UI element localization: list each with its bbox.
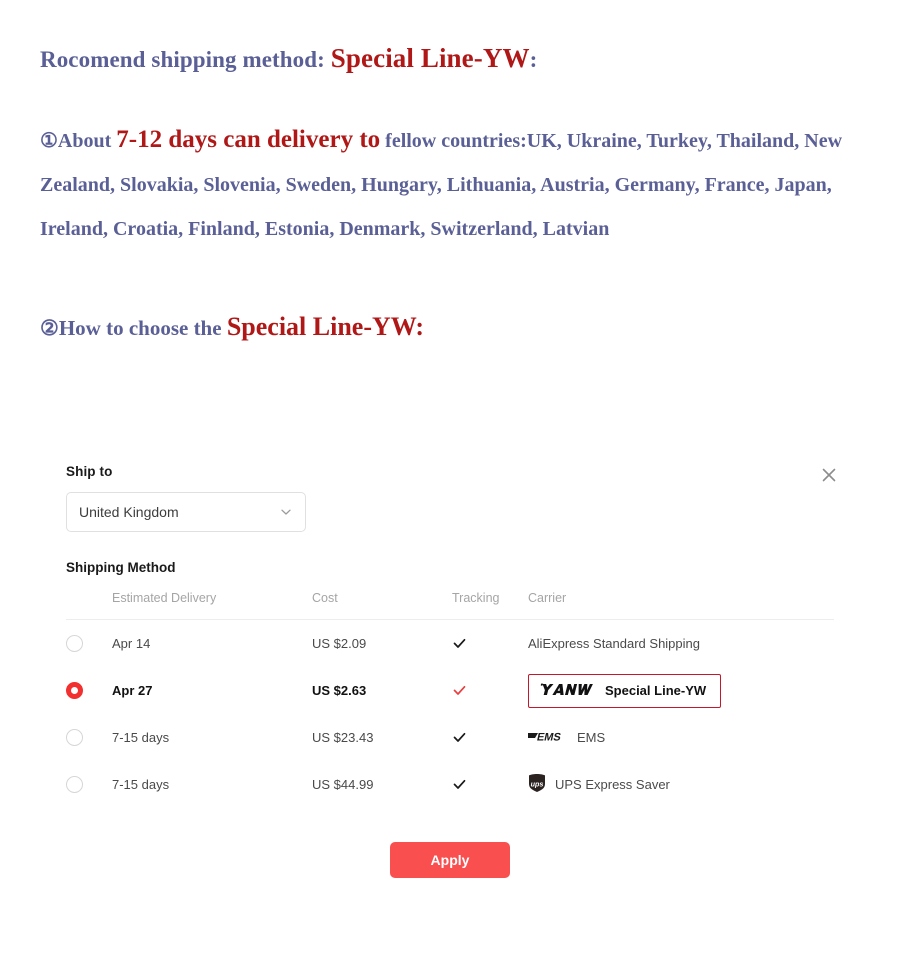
promo-countries-emphasis: 7-12 days can delivery to <box>116 125 381 153</box>
radio-button-selected[interactable] <box>66 682 83 699</box>
promo-howto-prefix: ②How to choose the <box>40 315 227 340</box>
row-estimated-delivery: 7-15 days <box>112 777 170 792</box>
radio-button[interactable] <box>66 729 83 746</box>
row-cost: US $2.09 <box>312 636 367 651</box>
carrier-name: EMS <box>577 730 606 745</box>
carrier-name: Special Line-YW <box>605 683 707 698</box>
row-carrier: Special Line-YW <box>528 667 834 714</box>
svg-text:EMS: EMS <box>536 732 562 744</box>
column-header-cost: Cost <box>312 591 338 605</box>
table-header: Estimated Delivery Cost Tracking Carrier <box>66 591 834 620</box>
svg-text:ups: ups <box>531 779 544 788</box>
row-cost: US $2.63 <box>312 683 367 698</box>
row-carrier: EMS EMS <box>528 714 834 761</box>
column-header-estimated-delivery: Estimated Delivery <box>112 591 217 605</box>
row-carrier: AliExpress Standard Shipping <box>528 620 834 668</box>
ship-to-selected-value: United Kingdom <box>79 504 179 520</box>
radio-button[interactable] <box>66 776 83 793</box>
ship-to-label: Ship to <box>66 464 113 479</box>
ship-to-country-select[interactable]: United Kingdom <box>66 492 306 532</box>
selected-carrier-highlight: Special Line-YW <box>528 673 722 708</box>
row-tracking <box>452 761 528 808</box>
promo-countries-paragraph: ①About 7-12 days can delivery to fellow … <box>40 74 860 251</box>
column-header-select <box>66 591 112 620</box>
promo-headline-suffix: : <box>529 47 538 72</box>
check-icon <box>452 730 467 745</box>
check-icon <box>452 683 467 698</box>
apply-row: Apply <box>66 842 834 884</box>
table-body: Apr 14 US $2.09 AliExpress Standard Ship… <box>66 620 834 809</box>
row-tracking <box>452 667 528 714</box>
apply-button[interactable]: Apply <box>390 842 510 878</box>
promo-howto-emphasis: Special Line-YW: <box>226 311 424 341</box>
table-header-row: Estimated Delivery Cost Tracking Carrier <box>66 591 834 620</box>
table-row[interactable]: Apr 27 US $2.63 Special Line-YW <box>66 667 834 714</box>
row-tracking <box>452 620 528 668</box>
row-estimated-delivery: 7-15 days <box>112 730 170 745</box>
column-header-tracking: Tracking <box>452 591 500 605</box>
row-select-cell[interactable] <box>66 714 112 761</box>
row-select-cell[interactable] <box>66 620 112 668</box>
carrier-name: AliExpress Standard Shipping <box>528 636 700 651</box>
column-header-carrier: Carrier <box>528 591 567 605</box>
shipping-method-title: Shipping Method <box>66 560 176 575</box>
row-estimated-delivery: Apr 14 <box>112 636 151 651</box>
chevron-down-icon <box>279 505 293 519</box>
ups-logo-icon: ups <box>528 773 546 796</box>
row-tracking <box>452 714 528 761</box>
check-icon <box>452 636 467 651</box>
row-cost: US $23.43 <box>312 730 374 745</box>
ems-logo-icon: EMS <box>528 728 568 747</box>
table-row[interactable]: 7-15 days US $44.99 ups UPS Express Save… <box>66 761 834 808</box>
row-cost: US $44.99 <box>312 777 374 792</box>
promo-headline-emphasis: Special Line-YW <box>330 43 530 73</box>
promo-headline: Rocomend shipping method: Special Line-Y… <box>40 0 860 74</box>
promo-headline-prefix: Rocomend shipping method: <box>40 47 331 72</box>
promo-countries-prefix: ①About <box>40 129 117 152</box>
yanwen-logo-icon <box>539 682 593 700</box>
radio-button[interactable] <box>66 635 83 652</box>
carrier-name: UPS Express Saver <box>555 777 670 792</box>
close-icon[interactable] <box>816 462 842 488</box>
row-select-cell[interactable] <box>66 761 112 808</box>
row-select-cell[interactable] <box>66 667 112 714</box>
promo-howto-heading: ②How to choose the Special Line-YW: <box>40 251 860 342</box>
promo-text-block: Rocomend shipping method: Special Line-Y… <box>0 0 900 341</box>
shipping-panel: Ship to United Kingdom Shipping Method E… <box>40 446 860 884</box>
check-icon <box>452 777 467 792</box>
row-carrier: ups UPS Express Saver <box>528 761 834 808</box>
table-row[interactable]: Apr 14 US $2.09 AliExpress Standard Ship… <box>66 620 834 668</box>
table-row[interactable]: 7-15 days US $23.43 EMS EMS <box>66 714 834 761</box>
row-estimated-delivery: Apr 27 <box>112 683 153 698</box>
shipping-method-table: Estimated Delivery Cost Tracking Carrier… <box>66 591 834 808</box>
